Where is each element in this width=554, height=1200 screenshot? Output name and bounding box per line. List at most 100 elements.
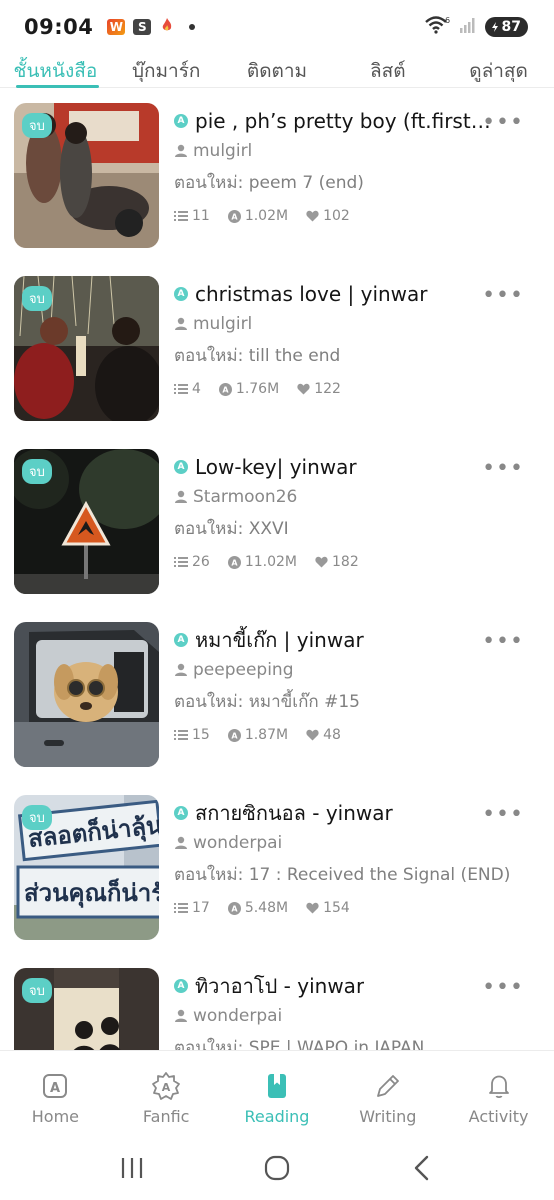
story-type-icon: A — [174, 806, 188, 820]
like-count: 122 — [314, 381, 341, 397]
tab-following[interactable]: ติดตาม — [222, 54, 333, 87]
back-button[interactable] — [407, 1153, 437, 1183]
author-icon — [175, 144, 187, 157]
more-options-button[interactable]: ••• — [482, 631, 524, 653]
author-icon — [175, 317, 187, 330]
story-author[interactable]: mulgirl — [193, 141, 252, 161]
chapters-icon — [174, 730, 188, 740]
story-item[interactable]: จบ A christmas love | yinwar mulgirl ตอน… — [0, 261, 554, 434]
battery-level: 87 — [501, 19, 521, 35]
chapter-count: 11 — [192, 208, 210, 224]
nav-writing[interactable]: Writing — [332, 1051, 443, 1135]
author-icon — [175, 1009, 187, 1022]
views-icon: A — [218, 382, 232, 396]
more-options-button[interactable]: ••• — [482, 285, 524, 307]
story-author[interactable]: wonderpai — [193, 833, 282, 853]
svg-text:A: A — [50, 1081, 60, 1096]
home-button[interactable] — [262, 1153, 292, 1183]
chapter-count: 26 — [192, 554, 210, 570]
recent-apps-icon — [122, 1157, 143, 1178]
story-title[interactable]: Low-key| yinwar — [195, 455, 357, 479]
more-options-button[interactable]: ••• — [482, 112, 524, 134]
story-author[interactable]: peepeeping — [193, 660, 294, 680]
wifi-icon: 6 — [424, 15, 451, 39]
story-author[interactable]: mulgirl — [193, 314, 252, 334]
more-options-button[interactable]: ••• — [482, 458, 524, 480]
battery-indicator: 87 — [484, 17, 528, 37]
story-item[interactable]: สลอตก็น่าลุ้น ส่วนคุณก็น่ารัก จบ A สกายซ… — [0, 780, 554, 953]
nav-fanfic[interactable]: A Fanfic — [111, 1051, 222, 1135]
story-type-icon: A — [174, 460, 188, 474]
story-item[interactable]: จบ A pie , ph’s pretty boy (ft.first ...… — [0, 88, 554, 261]
completed-badge: จบ — [22, 113, 52, 138]
more-options-button[interactable]: ••• — [482, 804, 524, 826]
story-cover[interactable]: สลอตก็น่าลุ้น ส่วนคุณก็น่ารัก จบ — [14, 795, 159, 940]
author-icon — [175, 490, 187, 503]
recent-apps-button[interactable] — [117, 1153, 147, 1183]
cover-sign-line2: ส่วนคุณก็น่ารัก — [24, 878, 159, 909]
story-stats: 11 A 1.02M 102 — [174, 208, 494, 224]
story-list: จบ A pie , ph’s pretty boy (ft.first ...… — [0, 88, 554, 1050]
nav-reading[interactable]: Reading — [222, 1051, 333, 1135]
story-title[interactable]: christmas love | yinwar — [195, 282, 428, 306]
nav-reading-label: Reading — [244, 1107, 310, 1126]
nav-activity[interactable]: Activity — [443, 1051, 554, 1135]
latest-chapter: ตอนใหม่: till the end — [174, 346, 341, 366]
story-author[interactable]: wonderpai — [193, 1006, 282, 1026]
story-title[interactable]: pie , ph’s pretty boy (ft.first ... — [195, 109, 491, 133]
bell-icon — [488, 1075, 509, 1099]
story-item[interactable]: จบ A Low-key| yinwar Starmoon26 ตอนใหม่:… — [0, 434, 554, 607]
chapter-count: 15 — [192, 727, 210, 743]
chapters-icon — [174, 903, 188, 913]
completed-badge: จบ — [22, 286, 52, 311]
story-author[interactable]: Starmoon26 — [193, 487, 297, 507]
home-icon: A — [43, 1074, 68, 1098]
author-icon — [175, 836, 187, 849]
svg-text:A: A — [162, 1081, 171, 1094]
nav-writing-label: Writing — [359, 1107, 417, 1126]
story-item[interactable]: A หมาขี้เก๊ก | yinwar peepeeping ตอนใหม่… — [0, 607, 554, 780]
pencil-icon — [376, 1075, 399, 1097]
nav-home[interactable]: A Home — [0, 1051, 111, 1135]
completed-badge: จบ — [22, 805, 52, 830]
story-type-icon: A — [174, 287, 188, 301]
nav-fanfic-label: Fanfic — [142, 1107, 190, 1126]
completed-badge: จบ — [22, 459, 52, 484]
tab-bookshelf[interactable]: ชั้นหนังสือ — [0, 54, 111, 88]
chapter-count: 17 — [192, 900, 210, 916]
author-icon — [175, 663, 187, 676]
heart-icon — [306, 729, 319, 741]
story-title[interactable]: สกายซิกนอล - yinwar — [195, 797, 393, 829]
views-icon: A — [227, 901, 241, 915]
story-type-icon: A — [174, 979, 188, 993]
tab-bookmarks[interactable]: บุ๊กมาร์ก — [111, 54, 222, 87]
story-cover[interactable]: จบ — [14, 968, 159, 1050]
more-options-button[interactable]: ••• — [482, 977, 524, 999]
heart-icon — [315, 556, 328, 568]
story-cover[interactable] — [14, 622, 159, 767]
svg-text:6: 6 — [445, 16, 450, 25]
chapters-icon — [174, 384, 188, 394]
heart-icon — [306, 210, 319, 222]
story-cover[interactable]: จบ — [14, 449, 159, 594]
story-type-icon: A — [174, 114, 188, 128]
story-title[interactable]: ทิวาอาโป - yinwar — [195, 970, 364, 1002]
heart-icon — [306, 902, 319, 914]
svg-text:A: A — [231, 212, 238, 221]
story-cover[interactable]: จบ — [14, 276, 159, 421]
svg-text:A: A — [231, 731, 238, 740]
chapters-icon — [174, 211, 188, 221]
view-count: 1.02M — [244, 208, 289, 224]
app-s-icon: S — [133, 19, 152, 35]
story-cover[interactable]: จบ — [14, 103, 159, 248]
app-flame-icon — [159, 17, 175, 37]
svg-text:A: A — [231, 558, 238, 567]
tab-recent[interactable]: ดูล่าสุด — [443, 54, 554, 87]
latest-chapter: ตอนใหม่: XXVI — [174, 519, 289, 539]
story-item[interactable]: จบ A ทิวาอาโป - yinwar wonderpai ตอนใหม่… — [0, 953, 554, 1050]
bottom-nav: A Home A Fanfic Reading Writing Activity — [0, 1050, 554, 1135]
nav-activity-label: Activity — [468, 1107, 529, 1126]
tab-lists[interactable]: ลิสต์ — [332, 54, 443, 87]
story-title[interactable]: หมาขี้เก๊ก | yinwar — [195, 624, 364, 656]
system-nav — [0, 1135, 554, 1200]
